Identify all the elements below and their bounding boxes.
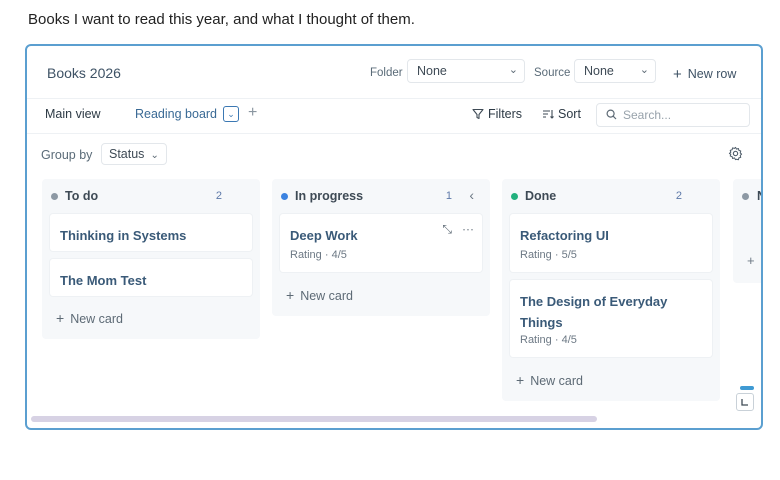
column-title: In progress (295, 189, 364, 203)
plus-icon[interactable]: + (747, 253, 755, 268)
board-card[interactable]: The Design of Everyday Things Rating · 4… (510, 280, 712, 357)
sort-button[interactable]: Sort (542, 107, 581, 121)
search-icon (606, 109, 617, 120)
group-by-value: Status (109, 147, 145, 161)
source-label: Source (534, 67, 571, 79)
sort-icon (543, 110, 554, 119)
more-options-icon[interactable]: ⋯ (462, 222, 474, 236)
status-dot (511, 193, 518, 200)
database-frame: Books 2026 Folder None ⌄ Source None ⌄ +… (25, 44, 763, 430)
new-row-label: New row (687, 67, 737, 81)
card-title: The Mom Test (60, 273, 147, 288)
source-select-value: None (584, 64, 614, 78)
chevron-down-icon: ⌄ (150, 150, 159, 161)
search-box[interactable] (596, 103, 750, 127)
card-title: Refactoring UI (520, 228, 609, 243)
board-column-to-do: To do 2 Thinking in Systems The Mom Test… (42, 179, 260, 339)
card-rating: Rating · 4/5 (290, 249, 347, 261)
tab-reading-board[interactable]: Reading board (135, 107, 217, 121)
new-card-button[interactable]: + New card (516, 372, 583, 388)
expand-icon[interactable]: ⤡ (442, 222, 452, 236)
filter-icon (472, 108, 484, 120)
chevron-down-icon: ⌄ (639, 64, 649, 76)
board-card[interactable]: Thinking in Systems (50, 214, 252, 251)
card-title: The Design of Everyday Things (520, 294, 668, 330)
column-count: 2 (675, 190, 682, 202)
plus-icon: + (673, 66, 682, 83)
card-rating: Rating · 4/5 (520, 334, 577, 346)
board-column-done: Done 2 Refactoring UI Rating · 5/5 The D… (502, 179, 720, 401)
new-card-label: New card (300, 289, 353, 303)
new-card-button[interactable]: + New card (286, 287, 353, 303)
column-header: To do 2 (42, 179, 260, 213)
source-select[interactable]: None ⌄ (574, 59, 656, 83)
column-header: In progress 1 ‹ (272, 179, 490, 213)
chevron-down-icon: ⌄ (508, 64, 518, 76)
search-input[interactable] (621, 107, 745, 123)
group-by-bar: Group by Status ⌄ (27, 134, 761, 174)
board-card[interactable]: Refactoring UI Rating · 5/5 (510, 214, 712, 272)
column-title: N (757, 189, 761, 203)
view-tabs-bar: Main view Reading board ⌄ + Filters Sort (27, 99, 761, 134)
folder-label: Folder (370, 67, 403, 79)
new-row-button[interactable]: + New row (673, 66, 736, 83)
status-dot (281, 193, 288, 200)
intro-text: Books I want to read this year, and what… (28, 11, 415, 28)
board-column-partial: N + (733, 179, 761, 283)
status-dot (51, 193, 58, 200)
filters-label: Filters (488, 107, 523, 121)
gear-icon[interactable] (728, 146, 743, 161)
database-header: Books 2026 Folder None ⌄ Source None ⌄ +… (27, 46, 761, 99)
column-count: 2 (215, 190, 222, 202)
card-rating: Rating · 5/5 (520, 249, 577, 261)
chevron-left-icon[interactable]: ‹ (469, 187, 474, 203)
new-card-label: New card (70, 312, 123, 326)
column-header: Done 2 (502, 179, 720, 213)
board-card[interactable]: Deep Work Rating · 4/5 ⤡ ⋯ (280, 214, 482, 272)
column-title: Done (525, 189, 557, 203)
tab-main-view[interactable]: Main view (45, 107, 101, 121)
folder-select[interactable]: None ⌄ (407, 59, 525, 83)
database-title[interactable]: Books 2026 (47, 65, 121, 81)
vertical-scrollbar-thumb[interactable] (740, 386, 754, 390)
column-title: To do (65, 189, 99, 203)
sort-label: Sort (558, 107, 581, 121)
plus-icon: + (56, 310, 65, 326)
board-card[interactable]: The Mom Test (50, 259, 252, 296)
group-by-select[interactable]: Status ⌄ (101, 143, 167, 165)
filters-button[interactable]: Filters (472, 107, 522, 121)
board-column-in-progress: In progress 1 ‹ Deep Work Rating · 4/5 ⤡… (272, 179, 490, 316)
folder-select-value: None (417, 64, 447, 78)
add-view-plus-icon[interactable]: + (248, 104, 257, 122)
group-by-label: Group by (41, 148, 93, 162)
plus-icon: + (286, 287, 295, 303)
resize-handle[interactable] (736, 393, 754, 411)
status-dot (742, 193, 749, 200)
card-actions: ⤡ ⋯ (442, 222, 474, 237)
card-title: Thinking in Systems (60, 228, 187, 243)
plus-icon: + (516, 372, 525, 388)
view-options-chevron-icon[interactable]: ⌄ (223, 106, 239, 122)
resize-corner-icon (741, 399, 748, 406)
new-card-button[interactable]: + New card (56, 310, 123, 326)
horizontal-scrollbar[interactable] (31, 416, 597, 422)
column-count: 1 (445, 190, 452, 202)
new-card-label: New card (530, 374, 583, 388)
